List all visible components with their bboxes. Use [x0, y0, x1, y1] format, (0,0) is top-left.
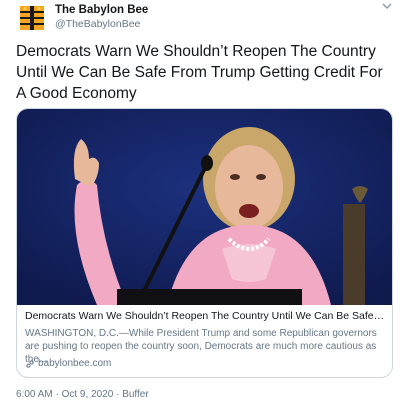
chevron-down-icon[interactable]: [381, 0, 393, 14]
link-card[interactable]: Democrats Warn We Shouldn’t Reopen The C…: [16, 108, 393, 378]
tweet-source[interactable]: Buffer: [122, 389, 149, 400]
tweet-text: Democrats Warn We Shouldn’t Reopen The C…: [16, 43, 383, 102]
account-name[interactable]: The Babylon Bee: [55, 3, 148, 17]
card-title: Democrats Warn We Shouldn’t Reopen The C…: [25, 310, 387, 322]
meta-separator: ·: [113, 389, 123, 400]
card-photo: [17, 109, 392, 305]
account-handle[interactable]: @TheBabylonBee: [55, 17, 148, 31]
tweet-meta: 6:00 AM · Oct 9, 2020 · Buffer: [16, 389, 149, 400]
card-link-text[interactable]: babylonbee.com: [38, 357, 111, 370]
link-icon: [26, 359, 34, 368]
babylon-bee-logo[interactable]: [16, 2, 48, 34]
tweet-date[interactable]: Oct 9, 2020: [62, 389, 114, 400]
card-link[interactable]: babylonbee.com: [25, 357, 111, 370]
tweet: The Babylon Bee @TheBabylonBee Democrats…: [0, 0, 403, 407]
tweet-time[interactable]: 6:00 AM: [16, 389, 53, 400]
meta-separator: ·: [52, 389, 62, 400]
account-header: The Babylon Bee @TheBabylonBee: [55, 3, 148, 31]
